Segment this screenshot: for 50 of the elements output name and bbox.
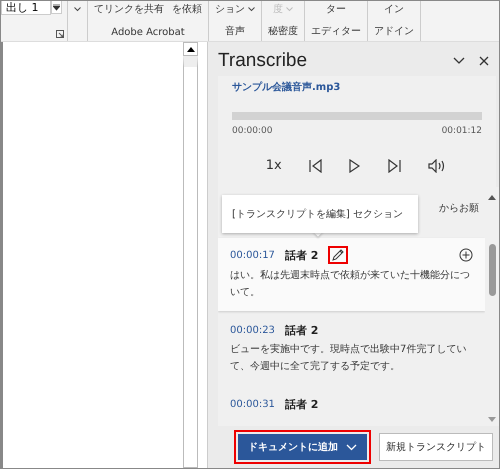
- group-label: Adobe Acrobat: [111, 27, 185, 40]
- group-label: アドイン: [374, 25, 414, 39]
- transcript-segment[interactable]: 00:00:17 話者 2 はい。私は先週末時点で依頼が来ていた十機能分について。: [218, 238, 485, 311]
- skip-forward-icon[interactable]: [388, 158, 401, 172]
- play-icon[interactable]: [349, 158, 360, 172]
- add-to-document-button[interactable]: ドキュメントに追加: [238, 434, 367, 460]
- close-icon[interactable]: [479, 56, 489, 66]
- group-label: 秘密度: [268, 24, 298, 39]
- timestamp-link[interactable]: 00:00:23: [230, 325, 275, 336]
- timestamp-link[interactable]: 00:00:31: [230, 399, 275, 410]
- timestamp-link[interactable]: 00:00:17: [230, 250, 275, 260]
- add-icon[interactable]: [459, 248, 473, 262]
- dialog-launcher-icon[interactable]: [56, 30, 64, 38]
- ribbon-button[interactable]: てリンクを共有: [94, 1, 164, 17]
- pencil-icon: [331, 248, 346, 262]
- transcript-text: はい。私は先週末時点で依頼が来ていた十機能分について。: [230, 268, 471, 300]
- current-time: 00:00:00: [232, 126, 272, 136]
- scroll-up-icon: [186, 46, 194, 52]
- ribbon-button[interactable]: を依頼: [172, 1, 202, 17]
- scroll-up-button[interactable]: [183, 42, 198, 56]
- ribbon-button[interactable]: イン: [384, 1, 404, 17]
- scroll-up-icon[interactable]: [488, 195, 496, 200]
- chevron-down-icon: [346, 444, 357, 450]
- transcript-segment[interactable]: 00:00:23 話者 2 ビューを実施中です。現時点で出験中7件完了していて、今週中に全て完了する予定です。: [218, 315, 485, 385]
- style-name[interactable]: 出し 1: [1, 1, 51, 15]
- total-time: 00:01:12: [442, 126, 482, 136]
- transcript-segment[interactable]: 00:00:31 話者 2: [218, 389, 485, 422]
- chevron-down-icon: [248, 6, 255, 12]
- skip-back-icon[interactable]: [309, 158, 322, 172]
- speaker-name: 話者 2: [284, 248, 318, 262]
- edit-button[interactable]: [328, 246, 348, 264]
- group-label: 音声: [225, 24, 245, 39]
- speaker-name: 話者 2: [284, 323, 318, 338]
- speed-button[interactable]: 1x: [266, 158, 282, 173]
- tooltip: [トランスクリプトを編集] セクション: [222, 195, 418, 233]
- transcript-text: からお願: [439, 202, 479, 215]
- speaker-name: 話者 2: [284, 397, 318, 412]
- transcript-text: ビューを実施中です。現時点で出験中7件完了していて、今週中に全て完了する予定です。: [230, 342, 468, 374]
- scrollbar-thumb[interactable]: [488, 244, 496, 296]
- audio-file-name[interactable]: サンプル会議音声.mp3: [232, 80, 482, 94]
- chevron-down-icon: [74, 6, 81, 12]
- ribbon-button[interactable]: ター: [326, 1, 346, 17]
- ribbon-button[interactable]: ション: [215, 1, 255, 17]
- chevron-down-icon: [286, 6, 293, 12]
- chevron-down-icon[interactable]: [453, 57, 465, 65]
- new-transcript-button[interactable]: 新規トランスクリプト: [379, 433, 493, 461]
- progress-track[interactable]: [232, 112, 482, 120]
- more-styles-button[interactable]: [51, 1, 62, 14]
- pane-title: Transcribe: [218, 50, 308, 72]
- group-label: エディター: [311, 25, 361, 39]
